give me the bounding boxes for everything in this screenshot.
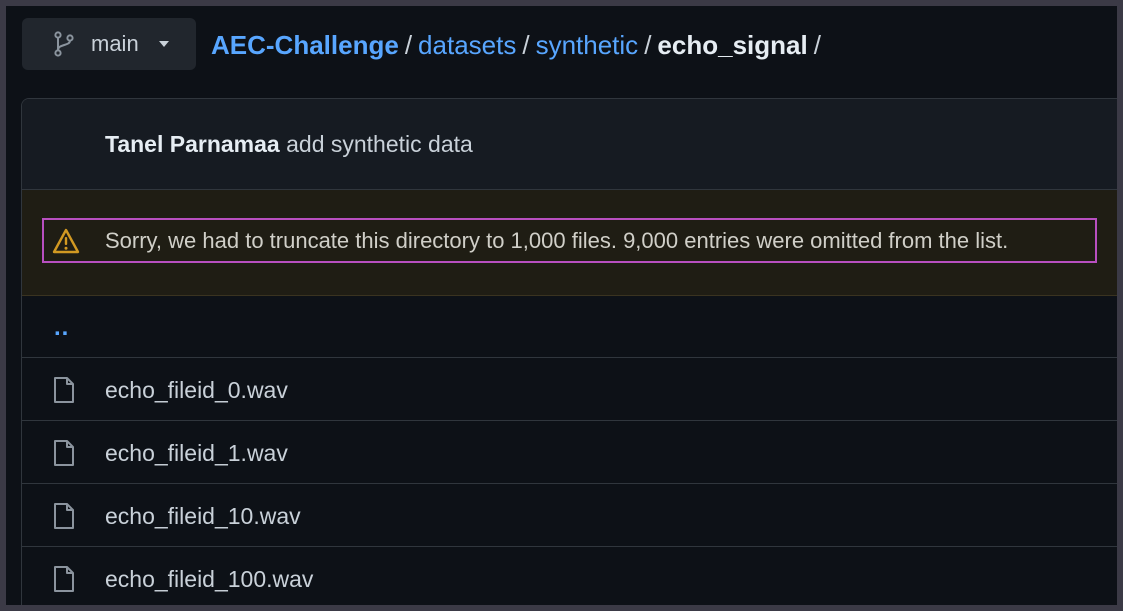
file-list: .. echo_fileid_0.wav echo_fileid_1.wav e… — [22, 296, 1117, 605]
file-name-link[interactable]: echo_fileid_100.wav — [105, 564, 313, 594]
breadcrumb-link-synthetic[interactable]: synthetic — [536, 30, 639, 60]
commit-summary: Tanel Parnamaa add synthetic data — [105, 129, 473, 159]
latest-commit-row: Tanel Parnamaa add synthetic data — [22, 99, 1117, 190]
breadcrumb-separator: / — [522, 30, 530, 60]
breadcrumb: AEC-Challenge / datasets / synthetic / echo_si… — [211, 28, 827, 62]
branch-selector-button[interactable]: main — [22, 18, 196, 70]
git-branch-icon — [54, 31, 74, 57]
file-row[interactable]: echo_fileid_10.wav — [22, 484, 1117, 547]
file-row[interactable]: echo_fileid_1.wav — [22, 421, 1117, 484]
file-name-link[interactable]: echo_fileid_10.wav — [105, 501, 301, 531]
commit-author-link[interactable]: Tanel Parnamaa — [105, 131, 280, 157]
breadcrumb-current: echo_signal — [657, 30, 808, 60]
file-row[interactable]: echo_fileid_100.wav — [22, 547, 1117, 605]
caret-down-icon — [159, 41, 169, 47]
file-browser: Tanel Parnamaa add synthetic data Sorry,… — [21, 98, 1117, 605]
file-icon — [54, 566, 74, 592]
file-name-link[interactable]: echo_fileid_0.wav — [105, 375, 288, 405]
breadcrumb-repo-link[interactable]: AEC-Challenge — [211, 30, 399, 60]
file-icon — [54, 377, 74, 403]
github-directory-view: main AEC-Challenge / datasets / synthetic / ec… — [6, 6, 1117, 605]
branch-name: main — [91, 31, 139, 56]
truncation-warning-text: Sorry, we had to truncate this directory… — [105, 228, 1009, 253]
parent-directory-link[interactable]: .. — [54, 314, 69, 342]
breadcrumb-link-datasets[interactable]: datasets — [418, 30, 516, 60]
file-icon — [54, 503, 74, 529]
file-row[interactable]: echo_fileid_0.wav — [22, 358, 1117, 421]
breadcrumb-separator: / — [404, 30, 413, 60]
file-icon — [54, 440, 74, 466]
breadcrumb-separator: / — [813, 30, 821, 60]
truncation-warning-banner: Sorry, we had to truncate this directory… — [22, 190, 1117, 296]
breadcrumb-separator: / — [644, 30, 652, 60]
parent-directory-row[interactable]: .. — [22, 296, 1117, 358]
commit-message-link[interactable]: add synthetic data — [286, 131, 473, 157]
file-name-link[interactable]: echo_fileid_1.wav — [105, 438, 288, 468]
truncation-warning-highlight: Sorry, we had to truncate this directory… — [42, 218, 1097, 263]
alert-icon — [52, 228, 80, 254]
